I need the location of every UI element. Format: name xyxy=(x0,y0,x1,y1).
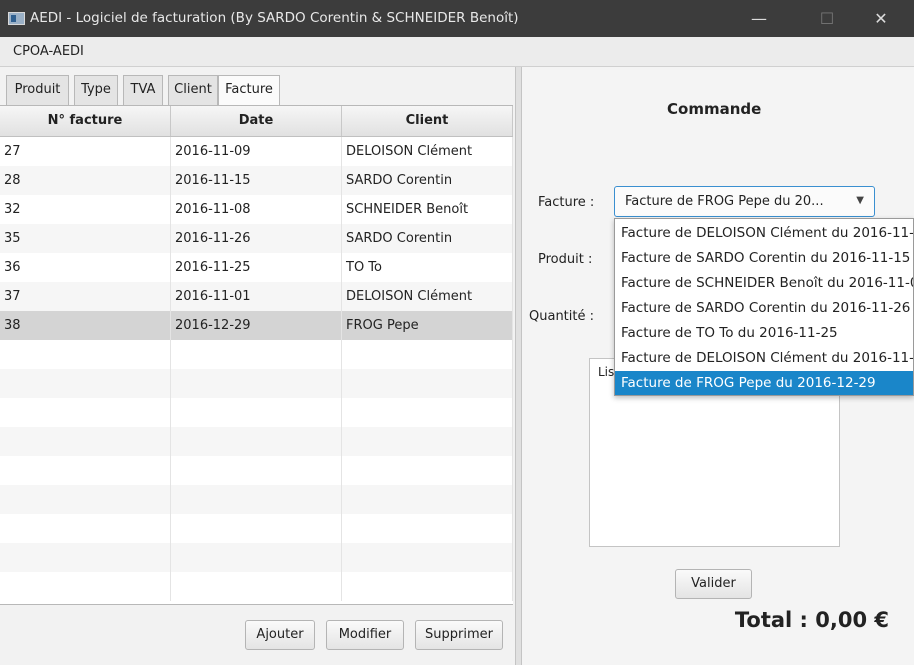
cell-client: SARDO Corentin xyxy=(342,166,513,195)
cell-client: SARDO Corentin xyxy=(342,224,513,253)
invoice-table[interactable]: N° facture Date Client 27 2016-11-09 DEL… xyxy=(0,105,513,605)
window-title: AEDI - Logiciel de facturation (By SARDO… xyxy=(30,10,519,26)
dropdown-option[interactable]: Facture de SARDO Corentin du 2016-11-26 xyxy=(615,296,913,321)
cell-client: FROG Pepe xyxy=(342,311,513,340)
cell-date: 2016-11-15 xyxy=(171,166,342,195)
dropdown-option[interactable]: Facture de SCHNEIDER Benoît du 2016-11-0… xyxy=(615,271,913,296)
delete-button[interactable]: Supprimer xyxy=(415,620,503,650)
cell-client: TO To xyxy=(342,253,513,282)
invoice-panel: Produit Type TVA Client Facture N° factu… xyxy=(0,67,515,665)
cell-client: SCHNEIDER Benoît xyxy=(342,195,513,224)
order-title: Commande xyxy=(667,100,762,118)
empty-row xyxy=(0,369,513,398)
maximize-button[interactable]: ☐ xyxy=(804,0,850,37)
cell-date: 2016-12-29 xyxy=(171,311,342,340)
cell-client: DELOISON Clément xyxy=(342,137,513,166)
quantite-label: Quantité : xyxy=(529,309,594,324)
cell-number: 32 xyxy=(0,195,171,224)
menu-bar: CPOA-AEDI xyxy=(0,37,914,67)
cell-number: 38 xyxy=(0,311,171,340)
facture-combobox[interactable]: Facture de FROG Pepe du 20... ▼ xyxy=(614,186,875,217)
cell-date: 2016-11-25 xyxy=(171,253,342,282)
menu-cpoa-aedi[interactable]: CPOA-AEDI xyxy=(13,44,84,59)
cell-number: 28 xyxy=(0,166,171,195)
edit-button[interactable]: Modifier xyxy=(326,620,404,650)
add-button[interactable]: Ajouter xyxy=(245,620,315,650)
chevron-down-icon[interactable]: ▼ xyxy=(856,195,864,206)
validate-button[interactable]: Valider xyxy=(675,569,752,599)
minimize-button[interactable]: — xyxy=(736,0,782,37)
cell-number: 35 xyxy=(0,224,171,253)
facture-label: Facture : xyxy=(538,195,595,210)
cell-client: DELOISON Clément xyxy=(342,282,513,311)
list-label: Lis xyxy=(598,365,615,379)
cell-number: 27 xyxy=(0,137,171,166)
table-row[interactable]: 36 2016-11-25 TO To xyxy=(0,253,513,282)
table-row[interactable]: 28 2016-11-15 SARDO Corentin xyxy=(0,166,513,195)
tab-client[interactable]: Client xyxy=(168,75,218,105)
column-header-date[interactable]: Date xyxy=(171,106,342,136)
tab-facture[interactable]: Facture xyxy=(218,75,280,106)
empty-row xyxy=(0,456,513,485)
table-row[interactable]: 37 2016-11-01 DELOISON Clément xyxy=(0,282,513,311)
order-total: Total : 0,00 € xyxy=(734,608,889,632)
table-header: N° facture Date Client xyxy=(0,106,513,137)
dropdown-option[interactable]: Facture de DELOISON Clément du 2016-11-0 xyxy=(615,221,913,246)
title-bar: AEDI - Logiciel de facturation (By SARDO… xyxy=(0,0,914,37)
facture-combobox-value: Facture de FROG Pepe du 20... xyxy=(625,194,824,209)
empty-row xyxy=(0,514,513,543)
split-divider[interactable] xyxy=(515,67,522,665)
empty-row xyxy=(0,572,513,601)
column-header-number[interactable]: N° facture xyxy=(0,106,171,136)
cell-date: 2016-11-08 xyxy=(171,195,342,224)
empty-row xyxy=(0,340,513,369)
cell-number: 37 xyxy=(0,282,171,311)
table-row[interactable]: 27 2016-11-09 DELOISON Clément xyxy=(0,137,513,166)
table-row[interactable]: 35 2016-11-26 SARDO Corentin xyxy=(0,224,513,253)
cell-number: 36 xyxy=(0,253,171,282)
produit-label: Produit : xyxy=(538,252,593,267)
table-row[interactable]: 32 2016-11-08 SCHNEIDER Benoît xyxy=(0,195,513,224)
cell-date: 2016-11-01 xyxy=(171,282,342,311)
dropdown-option[interactable]: Facture de DELOISON Clément du 2016-11-0 xyxy=(615,346,913,371)
tab-produit[interactable]: Produit xyxy=(6,75,69,105)
close-button[interactable]: ✕ xyxy=(858,0,904,37)
app-icon xyxy=(8,12,25,25)
facture-dropdown-list[interactable]: Facture de DELOISON Clément du 2016-11-0… xyxy=(614,218,914,396)
empty-row xyxy=(0,427,513,456)
dropdown-option[interactable]: Facture de SARDO Corentin du 2016-11-15 xyxy=(615,246,913,271)
cell-date: 2016-11-26 xyxy=(171,224,342,253)
tab-type[interactable]: Type xyxy=(74,75,118,105)
dropdown-option[interactable]: Facture de TO To du 2016-11-25 xyxy=(615,321,913,346)
column-header-client[interactable]: Client xyxy=(342,106,513,136)
empty-row xyxy=(0,485,513,514)
dropdown-option-selected[interactable]: Facture de FROG Pepe du 2016-12-29 xyxy=(615,371,913,395)
empty-row xyxy=(0,398,513,427)
table-row-selected[interactable]: 38 2016-12-29 FROG Pepe xyxy=(0,311,513,340)
empty-row xyxy=(0,543,513,572)
cell-date: 2016-11-09 xyxy=(171,137,342,166)
tab-tva[interactable]: TVA xyxy=(123,75,163,105)
